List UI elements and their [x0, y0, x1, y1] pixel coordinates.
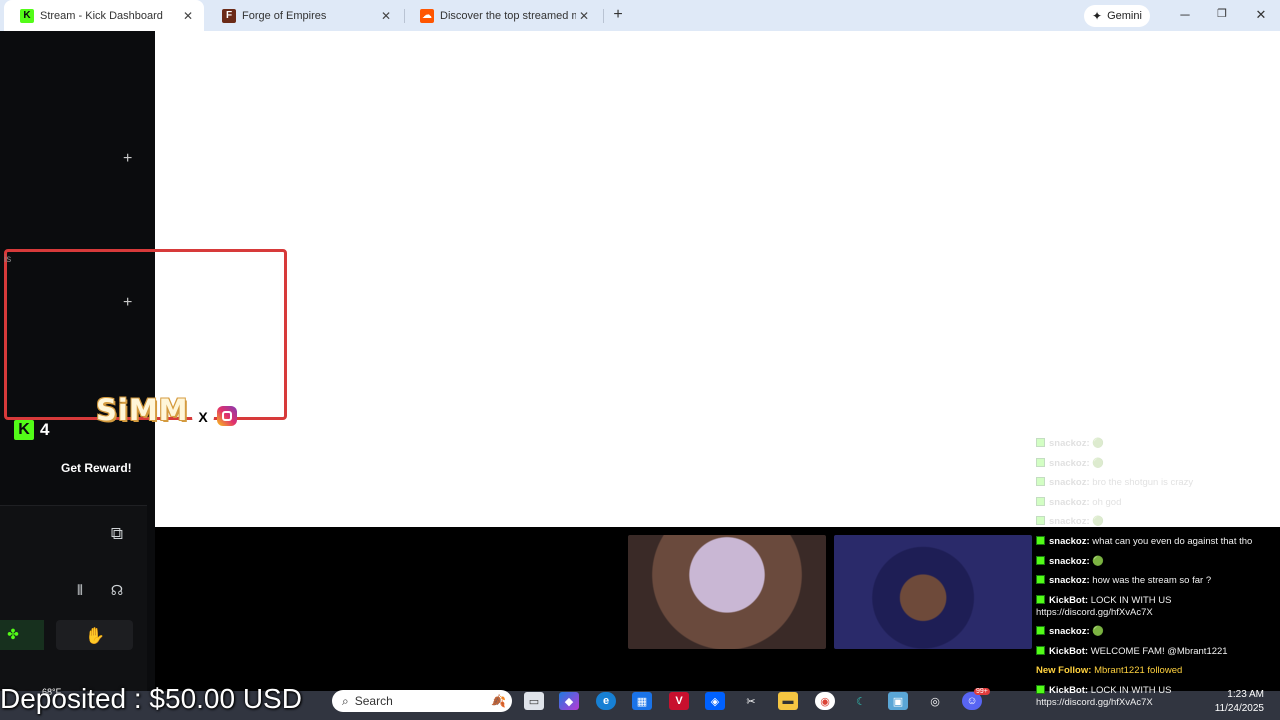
taskbar-search[interactable]: ⌕ Search 🍂 [332, 690, 512, 712]
audio-levels-icon[interactable]: ⦀ [67, 582, 93, 599]
tab-title: Forge of Empires [242, 9, 327, 22]
chrome-icon[interactable]: ◉ [815, 692, 835, 710]
app-icon-red[interactable]: V [669, 692, 689, 710]
kick-logo-icon: K [14, 420, 34, 440]
viewer-count: 4 [40, 420, 50, 439]
streamer-name-overlay: SiMM [96, 393, 189, 427]
kick-chat-icon [1036, 458, 1045, 467]
tab-forge-of-empires[interactable]: F Forge of Empires ✕ [206, 0, 402, 31]
chat-message: snackoz: 🟢 [1036, 626, 1276, 638]
instagram-icon [217, 406, 237, 426]
dropbox-icon[interactable]: ◈ [705, 692, 725, 710]
chat-message: KickBot: WELCOME FAM! @Mbrant1221 [1036, 646, 1276, 658]
chat-follow-alert: New Follow: Mbrant1221 followed [1036, 665, 1183, 676]
kick-favicon-icon: K [20, 8, 34, 23]
kick-chat-icon [1036, 626, 1045, 635]
grid-icon: ✤ [7, 626, 19, 642]
close-window-icon[interactable]: ✕ [1251, 7, 1271, 23]
app-icon-cyan[interactable]: ☾ [851, 692, 871, 710]
panel-fragment-text: is [4, 254, 12, 265]
obs-icon[interactable]: ◎ [925, 692, 945, 710]
close-tab-icon[interactable]: ✕ [576, 9, 592, 23]
chat-message: snackoz: oh god [1036, 497, 1276, 509]
x-social-icon: X [192, 406, 214, 428]
search-placeholder: Search [354, 694, 393, 708]
edge-browser-icon[interactable]: e [596, 692, 616, 710]
kick-chat-icon [1036, 438, 1045, 447]
webcam-feed-2 [834, 535, 1032, 649]
kick-chat-icon [1036, 556, 1045, 565]
gemini-label: Gemini [1107, 10, 1142, 22]
file-explorer-icon[interactable]: ▬ [778, 692, 798, 710]
minimize-icon[interactable]: ─ [1175, 7, 1195, 22]
add-widget-icon[interactable]: + [123, 150, 132, 168]
kick-chat-icon [1036, 595, 1045, 604]
chat-message: snackoz: 🟢 [1036, 458, 1276, 470]
search-highlight-icon: 🍂 [491, 694, 506, 708]
discord-badge: 99+ [974, 688, 990, 695]
app-icon-blue[interactable]: ▣ [888, 692, 908, 710]
copilot-icon[interactable]: ◆ [559, 692, 579, 710]
webcam-feed-1 [628, 535, 826, 649]
tab-kick-dashboard[interactable]: K Stream - Kick Dashboard ✕ [4, 0, 204, 31]
chat-message: KickBot: LOCK IN WITH US https://discord.… [1036, 685, 1172, 708]
kick-chat-icon [1036, 477, 1045, 486]
headphones-icon[interactable]: ☊ [104, 582, 130, 599]
forge-favicon-icon: F [222, 8, 236, 23]
chat-message: snackoz: 🟢 [1036, 516, 1276, 528]
tab-separator [603, 9, 604, 23]
close-tab-icon[interactable]: ✕ [180, 9, 196, 23]
chat-message: snackoz: 🟢 [1036, 438, 1276, 450]
new-tab-button[interactable]: + [610, 6, 626, 24]
add-widget-icon[interactable]: + [123, 294, 132, 312]
restore-icon[interactable]: ❐ [1212, 7, 1232, 20]
task-view-icon[interactable]: ▭ [524, 692, 544, 710]
chat-message: snackoz: 🟢 [1036, 556, 1276, 568]
chat-message: snackoz: bro the shotgun is crazy [1036, 477, 1276, 489]
store-icon[interactable]: ▦ [632, 692, 652, 710]
capcut-icon[interactable]: ✂ [741, 692, 761, 710]
popout-icon[interactable]: ⧉ [104, 524, 130, 544]
tab-title: Discover the top streamed mus [440, 9, 576, 22]
gemini-button[interactable]: ✦ Gemini [1084, 5, 1150, 27]
tab-soundcloud[interactable]: ☁ Discover the top streamed mus ✕ [404, 0, 600, 31]
kick-chat-icon [1036, 497, 1045, 506]
get-reward-button[interactable]: Get Reward! [61, 461, 132, 475]
search-icon: ⌕ [342, 693, 349, 708]
hand-raise-icon: ✋ [85, 628, 105, 645]
kick-chat-icon [1036, 685, 1045, 694]
tab-title: Stream - Kick Dashboard [40, 9, 163, 22]
kick-chat-icon [1036, 575, 1045, 584]
chat-message: snackoz: how was the stream so far ? [1036, 575, 1276, 587]
chat-message: KickBot: LOCK IN WITH US https://discord.… [1036, 595, 1172, 618]
kick-chat-icon [1036, 516, 1045, 525]
kick-chat-icon [1036, 536, 1045, 545]
kick-chat-icon [1036, 646, 1045, 655]
soundcloud-favicon-icon: ☁ [420, 8, 434, 23]
close-tab-icon[interactable]: ✕ [378, 9, 394, 23]
donation-alert-banner: Deposited : $50.00 USD [0, 683, 302, 714]
gemini-sparkle-icon: ✦ [1092, 9, 1103, 23]
chat-message: snackoz: what can you even do against th… [1036, 536, 1276, 548]
